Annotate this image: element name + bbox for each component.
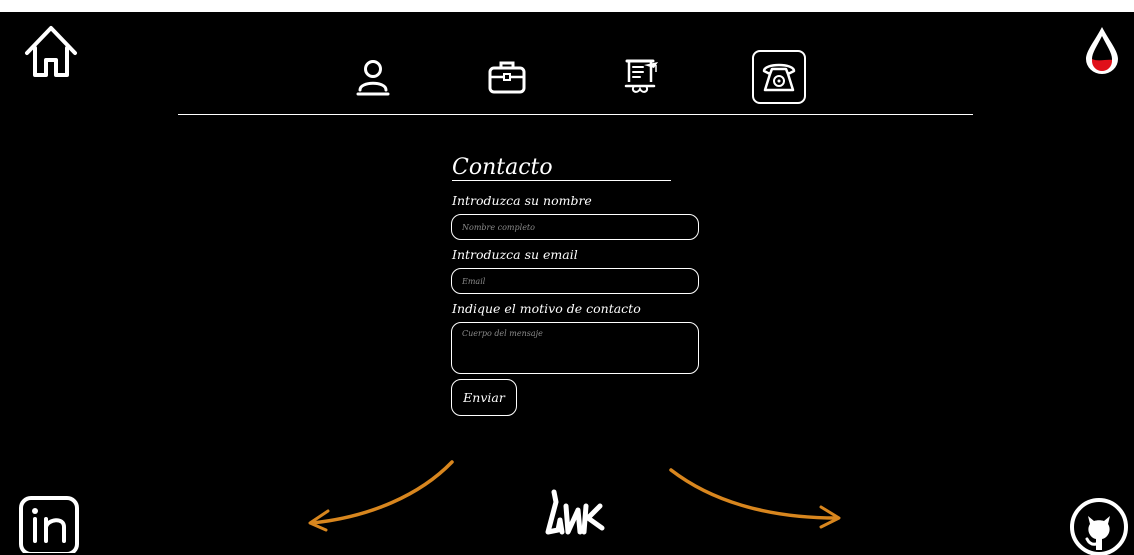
home-icon [25, 26, 77, 77]
name-label: Introduzca su nombre [452, 193, 592, 208]
drop-icon [1086, 27, 1118, 74]
logo [542, 484, 606, 540]
email-label: Introduzca su email [452, 247, 578, 262]
logo-icon [545, 489, 605, 535]
email-input[interactable] [451, 268, 699, 294]
form-title: Contacto [452, 155, 553, 180]
theme-toggle-button[interactable] [1082, 24, 1122, 76]
right-arrow-icon [669, 468, 841, 529]
top-navigation [340, 50, 820, 106]
telephone-icon [762, 63, 796, 92]
linkedin-link[interactable] [18, 495, 80, 553]
nav-item-experience[interactable] [480, 50, 534, 104]
github-icon [1070, 498, 1128, 555]
briefcase-icon [488, 61, 526, 94]
message-label: Indique el motivo de contacto [452, 301, 641, 316]
title-underline [452, 180, 671, 181]
message-textarea[interactable] [451, 322, 699, 374]
name-input[interactable] [451, 214, 699, 240]
graduation-icon [624, 59, 658, 93]
nav-item-education[interactable] [614, 50, 668, 104]
nav-item-contact[interactable] [752, 50, 806, 104]
user-icon [356, 60, 390, 96]
send-button[interactable]: Enviar [451, 379, 517, 416]
github-link[interactable] [1068, 496, 1130, 555]
home-button[interactable] [22, 22, 80, 80]
top-frame-border [0, 0, 1134, 12]
left-arrow-icon [308, 460, 454, 532]
nav-item-profile[interactable] [346, 50, 400, 104]
linkedin-icon [19, 496, 79, 553]
header-divider [178, 114, 973, 115]
